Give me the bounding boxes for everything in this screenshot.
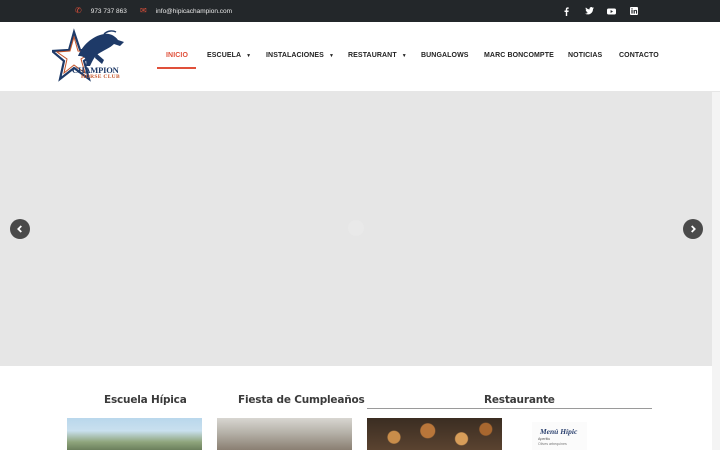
phone-number: 973 737 863 — [90, 7, 127, 15]
caret-down-icon: ▼ — [401, 52, 407, 59]
email-address: info@hipicachampion.com — [155, 7, 233, 15]
main-navigation: INICIO ESCUELA ▼ INSTALACIONES ▼ RESTAUR… — [0, 22, 720, 91]
nav-escuela[interactable]: ESCUELA ▼ — [207, 52, 251, 59]
nav-inicio[interactable]: INICIO — [166, 52, 188, 59]
phone-icon: ✆ — [75, 6, 82, 15]
nav-marc-boncompte[interactable]: MARC BONCOMPTE — [484, 52, 554, 59]
email-link[interactable]: ✉ info@hipicachampion.com — [140, 0, 232, 22]
chevron-left-icon — [17, 225, 22, 233]
top-bar: ✆ 973 737 863 ✉ info@hipicachampion.com — [0, 0, 720, 22]
envelope-icon: ✉ — [140, 6, 147, 15]
escuela-image-card[interactable] — [67, 418, 202, 450]
caret-down-icon: ▼ — [246, 52, 252, 59]
nav-label: CONTACTO — [619, 52, 659, 59]
slider-next-button[interactable] — [683, 219, 703, 239]
site-header: CHAMPION HORSE CLUB INICIO ESCUELA ▼ INS… — [0, 22, 720, 92]
nav-bungalows[interactable]: BUNGALOWS — [421, 52, 469, 59]
section-divider — [367, 408, 652, 409]
menu-line: Aperitiu — [538, 437, 551, 441]
restaurante-food-image[interactable] — [367, 418, 502, 450]
nav-label: NOTICIAS — [568, 52, 603, 59]
nav-restaurant[interactable]: RESTAURANT ▼ — [348, 52, 407, 59]
menu-line: Olives arbequines — [538, 442, 567, 446]
facebook-icon[interactable] — [559, 0, 573, 22]
nav-label: MARC BONCOMPTE — [484, 52, 554, 59]
slider-prev-button[interactable] — [10, 219, 30, 239]
section-title-restaurante: Restaurante — [484, 394, 555, 406]
youtube-icon[interactable] — [604, 0, 618, 22]
nav-instalaciones[interactable]: INSTALACIONES ▼ — [266, 52, 334, 59]
nav-contacto[interactable]: CONTACTO — [619, 52, 659, 59]
chevron-right-icon — [691, 225, 696, 233]
cumpleanos-image-card[interactable] — [217, 418, 352, 450]
nav-active-indicator — [157, 67, 196, 69]
linkedin-icon[interactable] — [627, 0, 641, 22]
slider-loading-spinner — [348, 220, 364, 236]
hero-slider — [0, 92, 712, 366]
nav-label: ESCUELA — [207, 52, 242, 59]
nav-noticias[interactable]: NOTICIAS — [568, 52, 602, 59]
menu-title: Menú Hípic — [540, 427, 578, 436]
nav-label: RESTAURANT — [348, 52, 397, 59]
section-title-escuela: Escuela Hípica — [104, 394, 187, 406]
twitter-icon[interactable] — [582, 0, 596, 22]
nav-label: INSTALACIONES — [266, 52, 324, 59]
caret-down-icon: ▼ — [328, 52, 335, 59]
nav-label: BUNGALOWS — [421, 52, 469, 59]
phone-link[interactable]: ✆ 973 737 863 — [75, 0, 127, 22]
page-scrollbar[interactable] — [712, 92, 720, 450]
nav-label: INICIO — [166, 52, 188, 59]
section-title-cumpleanos: Fiesta de Cumpleaños — [238, 394, 365, 406]
